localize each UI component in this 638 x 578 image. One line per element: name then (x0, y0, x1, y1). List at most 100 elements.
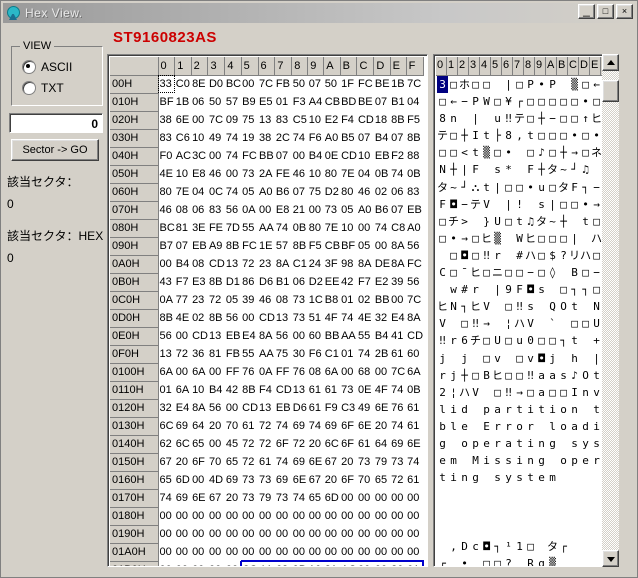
hex-byte-cell[interactable]: 00 (207, 507, 225, 525)
ascii-char[interactable]: □ (569, 93, 580, 110)
ascii-char[interactable] (514, 161, 525, 178)
ascii-char[interactable]: ┐ (459, 298, 470, 315)
ascii-char[interactable]: ‼ (470, 315, 481, 332)
hex-byte-cell[interactable]: 2C (240, 560, 259, 566)
hex-byte-cell[interactable]: BC (158, 219, 175, 237)
hex-byte-cell[interactable]: AA (340, 327, 357, 345)
ascii-char[interactable]: ┐ (569, 281, 580, 298)
ascii-char[interactable] (591, 555, 602, 566)
hex-byte-cell[interactable]: 20 (224, 489, 242, 507)
hex-byte-cell[interactable]: BE (373, 75, 391, 93)
ascii-char[interactable]: n (459, 469, 470, 486)
ascii-char[interactable] (437, 247, 448, 264)
ascii-char[interactable]: t (569, 298, 580, 315)
ascii-char[interactable]: ┐ (492, 538, 503, 555)
ascii-char[interactable]: } (481, 213, 492, 230)
ascii-char[interactable]: ┼ (448, 161, 459, 178)
ascii-char[interactable]: □ (437, 144, 448, 161)
ascii-char[interactable]: s (492, 452, 503, 469)
hex-byte-cell[interactable]: 6A (174, 381, 192, 399)
ascii-char[interactable]: | (591, 350, 602, 367)
hex-byte-cell[interactable]: 8B (291, 237, 308, 255)
ascii-char[interactable] (591, 520, 602, 537)
ascii-char[interactable] (580, 350, 591, 367)
hex-byte-cell[interactable]: 8B (241, 381, 259, 399)
hex-byte-cell[interactable]: 00 (323, 525, 341, 543)
ascii-char[interactable]: □ (470, 230, 481, 247)
ascii-char[interactable]: □ (470, 76, 481, 93)
ascii-char[interactable]: ! (514, 196, 525, 213)
hex-byte-cell[interactable]: 73 (241, 471, 259, 489)
ascii-char[interactable]: □ (448, 144, 459, 161)
ascii-char[interactable]: E (481, 418, 492, 435)
hex-byte-cell[interactable]: 0B (406, 381, 424, 399)
hex-byte-cell[interactable]: 00 (174, 327, 192, 345)
ascii-char[interactable]: ‼ (503, 384, 514, 401)
hex-byte-cell[interactable]: 74 (274, 417, 292, 435)
ascii-char[interactable]: □ (503, 179, 514, 196)
hex-byte-cell[interactable]: 55 (241, 219, 259, 237)
vertical-scrollbar[interactable] (602, 54, 619, 567)
ascii-char[interactable] (437, 520, 448, 537)
hex-byte-cell[interactable]: 69 (323, 417, 341, 435)
hex-byte-cell[interactable]: 00 (356, 560, 374, 566)
hex-byte-cell[interactable]: 00 (191, 507, 208, 525)
ascii-char[interactable]: □ (481, 350, 492, 367)
ascii-char[interactable]: □ (448, 76, 459, 93)
ascii-char[interactable] (536, 503, 547, 520)
hex-byte-cell[interactable]: B5 (340, 129, 357, 147)
hex-byte-cell[interactable]: CD (274, 381, 292, 399)
ascii-char[interactable]: タ (547, 538, 558, 555)
ascii-char[interactable] (437, 281, 448, 298)
ascii-char[interactable]: □ (591, 93, 602, 110)
hex-byte-cell[interactable]: 65 (158, 471, 175, 489)
ascii-char[interactable]: s (503, 452, 514, 469)
hex-byte-cell[interactable]: F6 (307, 129, 324, 147)
ascii-char[interactable]: 9 (503, 281, 514, 298)
ascii-char[interactable]: ◘ (481, 538, 492, 555)
hex-byte-cell[interactable]: 57 (224, 93, 242, 111)
sector-input[interactable] (9, 113, 103, 133)
hex-byte-cell[interactable]: 9B (291, 560, 308, 566)
hex-byte-cell[interactable]: A0 (323, 129, 341, 147)
hex-byte-cell[interactable]: 70 (224, 417, 242, 435)
hex-byte-cell[interactable]: 68 (356, 363, 374, 381)
ascii-char[interactable] (448, 435, 459, 452)
ascii-char[interactable] (580, 230, 591, 247)
hex-byte-cell[interactable]: 6D (174, 471, 192, 489)
ascii-char[interactable]: □ (547, 230, 558, 247)
hex-byte-cell[interactable]: F6 (307, 345, 324, 363)
ascii-char[interactable]: □ (503, 367, 514, 384)
hex-byte-cell[interactable]: 07 (307, 75, 324, 93)
hex-byte-cell[interactable]: 00 (307, 543, 324, 561)
hex-byte-cell[interactable]: 2B (373, 345, 391, 363)
ascii-char[interactable]: U (492, 332, 503, 349)
hex-byte-cell[interactable]: 10 (191, 381, 208, 399)
hex-byte-cell[interactable]: 6F (191, 453, 208, 471)
hex-byte-cell[interactable]: 61 (323, 381, 341, 399)
hex-byte-cell[interactable]: F2 (390, 147, 407, 165)
ascii-char[interactable]: F (569, 179, 580, 196)
hex-byte-cell[interactable]: 00 (207, 543, 225, 561)
ascii-char[interactable]: □ (558, 281, 569, 298)
ascii-char[interactable] (459, 110, 470, 127)
hex-byte-cell[interactable]: FF (274, 363, 292, 381)
ascii-char[interactable]: F (514, 281, 525, 298)
hex-byte-cell[interactable]: 42 (340, 273, 357, 291)
hex-byte-cell[interactable]: 56 (207, 399, 225, 417)
hex-byte-cell[interactable]: 19 (241, 129, 259, 147)
ascii-char[interactable] (481, 384, 492, 401)
ascii-char[interactable] (569, 486, 580, 503)
ascii-char[interactable]: ハ (514, 315, 525, 332)
ascii-char[interactable]: □ (525, 93, 536, 110)
hex-byte-cell[interactable]: 07 (373, 93, 391, 111)
hex-byte-cell[interactable]: 00 (241, 543, 259, 561)
hex-byte-cell[interactable]: 56 (224, 309, 242, 327)
hex-byte-cell[interactable]: 51 (307, 309, 324, 327)
ascii-char[interactable] (470, 418, 481, 435)
hex-byte-cell[interactable]: 00 (390, 507, 407, 525)
ascii-char[interactable]: s (536, 281, 547, 298)
ascii-char[interactable]: n (569, 401, 580, 418)
hex-byte-cell[interactable]: EB (224, 327, 242, 345)
hex-byte-cell[interactable]: 65 (307, 489, 324, 507)
